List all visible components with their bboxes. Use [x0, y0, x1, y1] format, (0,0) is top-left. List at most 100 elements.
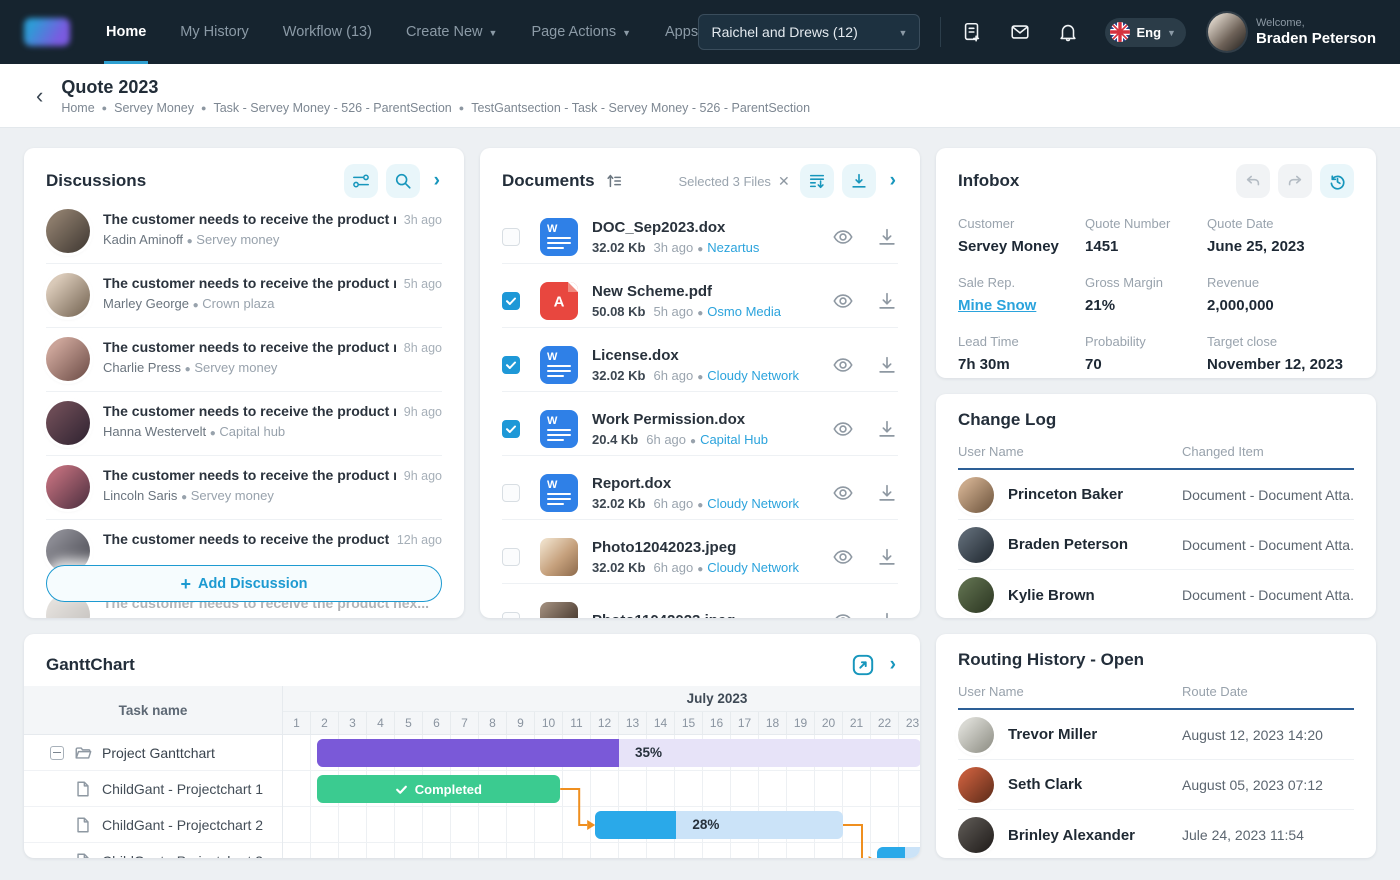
column-user-name: User Name — [958, 444, 1182, 459]
gantt-day-7: 7 — [451, 712, 479, 734]
nav-item-my-history[interactable]: My History — [180, 0, 248, 64]
breadcrumb-item[interactable]: TestGantsection - Task - Servey Money - … — [471, 101, 810, 115]
gantt-day-20: 20 — [815, 712, 843, 734]
document-row[interactable]: WReport.dox32.02 Kb6h ago●Cloudy Network — [480, 456, 920, 520]
document-checkbox[interactable] — [502, 548, 520, 566]
preview-eye-icon[interactable] — [832, 354, 854, 376]
file-tag-link[interactable]: Capital Hub — [700, 432, 768, 447]
nav-item-page-actions[interactable]: Page Actions▼ — [531, 0, 631, 64]
infobox-field-value: 21% — [1085, 297, 1207, 314]
document-checkbox[interactable] — [502, 356, 520, 374]
word-file-icon: W — [540, 218, 578, 256]
nav-item-home[interactable]: Home — [106, 0, 146, 64]
download-icon — [850, 172, 868, 190]
document-row[interactable]: Photo12042023.jpeg32.02 Kb6h ago●Cloudy … — [480, 520, 920, 584]
infobox-field-value[interactable]: Mine Snow — [958, 297, 1085, 314]
gantt-task-child[interactable]: ChildGant - Projectchart 2 — [24, 807, 282, 843]
gantt-bar[interactable] — [877, 847, 905, 858]
documents-expand-chevron[interactable]: › — [884, 166, 898, 196]
language-selector[interactable]: Eng ▼ — [1105, 18, 1185, 47]
breadcrumb-item[interactable]: Home — [61, 101, 94, 115]
nav-item-workflow[interactable]: Workflow (13) — [283, 0, 372, 64]
nav-item-apps[interactable]: Apps — [665, 0, 698, 64]
nav-item-create-new[interactable]: Create New▼ — [406, 0, 497, 64]
preview-eye-icon[interactable] — [832, 610, 854, 619]
avatar — [46, 273, 90, 317]
file-tag-link[interactable]: Cloudy Network — [707, 496, 799, 511]
gantt-task-child[interactable]: ChildGant - Projectchart 1 — [24, 771, 282, 807]
discussion-item[interactable]: The customer needs to receive the produc… — [24, 392, 464, 456]
clear-selection-icon[interactable]: ✕ — [778, 173, 790, 190]
user-menu[interactable]: Welcome, Braden Peterson — [1208, 13, 1376, 51]
infobox-field-label: Lead Time — [958, 334, 1085, 349]
undo-button[interactable] — [1236, 164, 1270, 198]
avatar — [958, 477, 994, 513]
download-icon[interactable] — [876, 290, 898, 312]
file-tag-link[interactable]: Cloudy Network — [707, 560, 799, 575]
expand-fullscreen-icon[interactable] — [850, 652, 876, 678]
document-checkbox[interactable] — [502, 292, 520, 310]
archive-list-button[interactable] — [800, 164, 834, 198]
document-row[interactable]: WLicense.dox32.02 Kb6h ago●Cloudy Networ… — [480, 328, 920, 392]
discussion-item[interactable]: The customer needs to receive the produc… — [24, 328, 464, 392]
file-tag-link[interactable]: Nezartus — [707, 240, 759, 255]
document-row[interactable]: Photo11042023.jpeg — [480, 584, 920, 618]
bell-icon[interactable] — [1057, 21, 1079, 43]
document-name: DOC_Sep2023.dox — [592, 219, 822, 236]
discussion-item[interactable]: The customer needs to receive the produc… — [24, 200, 464, 264]
redo-button[interactable] — [1278, 164, 1312, 198]
discussion-title: The customer needs to receive the produc… — [103, 531, 389, 547]
breadcrumb-item[interactable]: Servey Money — [114, 101, 194, 115]
document-row[interactable]: WDOC_Sep2023.dox32.02 Kb3h ago●Nezartus — [480, 200, 920, 264]
preview-eye-icon[interactable] — [832, 418, 854, 440]
gantt-bar[interactable]: Completed — [317, 775, 561, 803]
download-icon[interactable] — [876, 482, 898, 504]
gantt-task-child[interactable]: ChildGant - Projectchart 3 — [24, 843, 282, 858]
nav-item-label: Apps — [665, 24, 698, 40]
document-checkbox[interactable] — [502, 420, 520, 438]
file-tag-link[interactable]: Osmo Media — [707, 304, 781, 319]
preview-eye-icon[interactable] — [832, 546, 854, 568]
mail-icon[interactable] — [1009, 21, 1031, 43]
breadcrumb-item[interactable]: Task - Servey Money - 526 - ParentSectio… — [213, 101, 451, 115]
download-icon[interactable] — [876, 546, 898, 568]
undo-icon — [1244, 172, 1262, 190]
workspace-select[interactable]: Raichel and Drews (12) ▼ — [698, 14, 920, 50]
gantt-day-8: 8 — [479, 712, 507, 734]
preview-eye-icon[interactable] — [832, 290, 854, 312]
download-icon[interactable] — [876, 354, 898, 376]
add-discussion-button[interactable]: + Add Discussion — [46, 565, 442, 602]
document-checkbox[interactable] — [502, 484, 520, 502]
infobox-field-label: Customer — [958, 216, 1085, 231]
history-button[interactable] — [1320, 164, 1354, 198]
back-button[interactable]: ‹ — [36, 85, 43, 107]
infobox-fields: CustomerServey MoneyQuote Number1451Quot… — [936, 208, 1376, 378]
gantt-bar[interactable] — [595, 811, 676, 839]
infobox-field: Lead Time7h 30m — [958, 334, 1085, 373]
file-tag-link[interactable]: Cloudy Network — [707, 368, 799, 383]
document-row[interactable]: ANew Scheme.pdf50.08 Kb5h ago●Osmo Media — [480, 264, 920, 328]
gantt-task-parent[interactable]: Project Ganttchart — [24, 735, 282, 771]
gantt-expand-chevron[interactable]: › — [884, 650, 898, 680]
document-row[interactable]: WWork Permission.dox20.4 Kb6h ago●Capita… — [480, 392, 920, 456]
collapse-icon[interactable] — [50, 746, 64, 760]
discussion-item[interactable]: The customer needs to receive the produc… — [24, 456, 464, 520]
chevron-down-icon: ▼ — [1167, 28, 1176, 38]
sort-icon[interactable] — [605, 172, 623, 190]
search-button[interactable] — [386, 164, 420, 198]
preview-eye-icon[interactable] — [832, 226, 854, 248]
download-icon[interactable] — [876, 226, 898, 248]
preview-eye-icon[interactable] — [832, 482, 854, 504]
filter-button[interactable] — [344, 164, 378, 198]
app-logo[interactable] — [24, 18, 70, 46]
document-checkbox[interactable] — [502, 612, 520, 619]
discussion-item[interactable]: The customer needs to receive the produc… — [24, 264, 464, 328]
download-icon[interactable] — [876, 418, 898, 440]
document-checkbox[interactable] — [502, 228, 520, 246]
note-add-icon[interactable] — [961, 21, 983, 43]
avatar — [46, 209, 90, 253]
discussions-expand-chevron[interactable]: › — [428, 166, 442, 196]
gantt-bar[interactable] — [317, 739, 619, 767]
download-all-button[interactable] — [842, 164, 876, 198]
download-icon[interactable] — [876, 610, 898, 619]
